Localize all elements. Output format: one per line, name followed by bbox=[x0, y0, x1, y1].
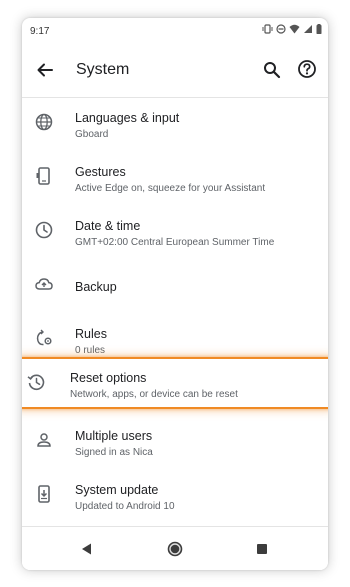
wifi-icon bbox=[289, 24, 300, 34]
recents-square-icon[interactable] bbox=[253, 540, 271, 558]
back-triangle-icon[interactable] bbox=[78, 540, 96, 558]
item-subtitle: Gboard bbox=[75, 129, 109, 140]
settings-item-date-time[interactable]: Date & time GMT+02:00 Central European S… bbox=[22, 206, 328, 260]
item-title: System update bbox=[75, 483, 159, 497]
item-subtitle: GMT+02:00 Central European Summer Time bbox=[75, 237, 275, 248]
item-title: Date & time bbox=[75, 219, 141, 233]
status-bar: 9:17 bbox=[22, 18, 328, 44]
item-title: Gestures bbox=[75, 165, 126, 179]
status-time: 9:17 bbox=[30, 26, 50, 37]
settings-item-gestures[interactable]: Gestures Active Edge on, squeeze for you… bbox=[22, 152, 328, 206]
item-subtitle: Active Edge on, squeeze for your Assista… bbox=[75, 183, 266, 194]
item-title: Multiple users bbox=[75, 429, 153, 443]
item-subtitle: Signed in as Nica bbox=[75, 447, 153, 458]
settings-item-backup[interactable]: Backup bbox=[22, 260, 328, 314]
settings-item-multiple-users[interactable]: Multiple users Signed in as Nica bbox=[22, 416, 328, 470]
item-subtitle: Updated to Android 10 bbox=[75, 501, 175, 512]
history-icon bbox=[26, 372, 46, 392]
app-bar: System bbox=[22, 44, 328, 98]
back-arrow-icon[interactable] bbox=[34, 59, 56, 81]
do-not-disturb-icon bbox=[276, 24, 286, 34]
clock-icon bbox=[34, 220, 54, 240]
signal-icon bbox=[303, 24, 313, 34]
home-circle-icon[interactable] bbox=[166, 540, 184, 558]
item-subtitle: Network, apps, or device can be reset bbox=[70, 389, 238, 400]
search-icon[interactable] bbox=[261, 59, 283, 81]
person-icon bbox=[34, 430, 54, 450]
rules-icon bbox=[34, 328, 54, 348]
settings-item-reset-options[interactable]: Reset options Network, apps, or device c… bbox=[22, 358, 328, 412]
item-title: Rules bbox=[75, 327, 107, 341]
item-title: Reset options bbox=[70, 371, 147, 385]
navigation-bar bbox=[22, 526, 328, 570]
vibrate-icon bbox=[262, 24, 273, 34]
cloud-upload-icon bbox=[34, 274, 54, 294]
status-icons bbox=[262, 24, 322, 34]
globe-icon bbox=[34, 112, 54, 132]
item-title: Backup bbox=[75, 280, 117, 294]
settings-item-system-update[interactable]: System update Updated to Android 10 bbox=[22, 470, 328, 524]
item-title: Languages & input bbox=[75, 111, 180, 125]
battery-icon bbox=[316, 24, 322, 34]
item-subtitle: 0 rules bbox=[75, 345, 106, 356]
help-icon[interactable] bbox=[296, 58, 318, 80]
gestures-phone-icon bbox=[34, 166, 54, 186]
phone-screen: 9:17 System Languages & input Gboard Ges… bbox=[22, 18, 328, 570]
page-title: System bbox=[76, 61, 130, 78]
settings-item-languages[interactable]: Languages & input Gboard bbox=[22, 98, 328, 152]
system-update-icon bbox=[34, 484, 54, 504]
